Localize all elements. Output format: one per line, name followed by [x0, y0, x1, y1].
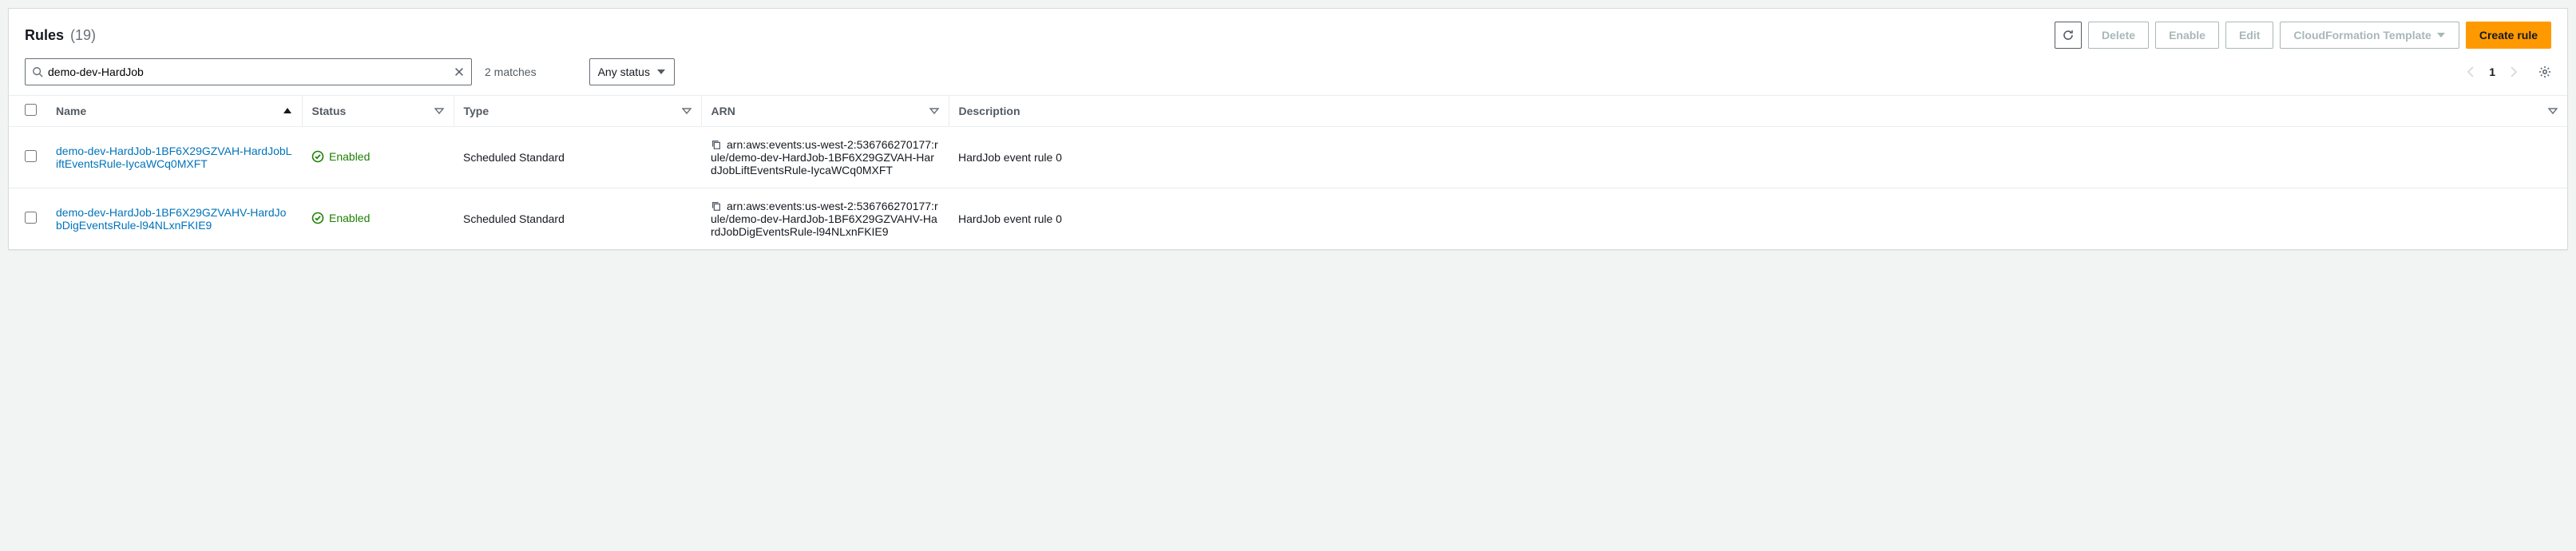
status-label: Enabled — [329, 212, 370, 224]
current-page: 1 — [2489, 65, 2495, 78]
status-filter-label: Any status — [598, 65, 650, 78]
column-header-description[interactable]: Description — [959, 105, 1020, 117]
refresh-icon — [2062, 29, 2075, 42]
rule-name-link[interactable]: demo-dev-HardJob-1BF6X29GZVAH-HardJobLif… — [56, 145, 291, 170]
filter-icon[interactable] — [2548, 106, 2558, 116]
filter-icon[interactable] — [434, 106, 444, 116]
arn-text: arn:aws:events:us-west-2:536766270177:ru… — [711, 138, 938, 176]
type-cell: Scheduled Standard — [463, 151, 565, 164]
search-input[interactable] — [43, 65, 454, 78]
caret-down-icon — [2436, 30, 2446, 40]
rule-name-link[interactable]: demo-dev-HardJob-1BF6X29GZVAHV-HardJobDi… — [56, 206, 286, 232]
description-cell: HardJob event rule 0 — [958, 151, 1062, 164]
match-count: 2 matches — [485, 65, 537, 78]
type-cell: Scheduled Standard — [463, 212, 565, 225]
row-checkbox[interactable] — [25, 150, 37, 162]
delete-button[interactable]: Delete — [2088, 22, 2149, 49]
rules-table: Name Status Type — [9, 95, 2567, 249]
status-cell: Enabled — [311, 150, 370, 163]
copy-icon[interactable] — [711, 200, 722, 212]
search-input-wrap[interactable] — [25, 58, 472, 85]
search-icon — [32, 66, 43, 77]
column-header-status[interactable]: Status — [312, 105, 347, 117]
status-filter-select[interactable]: Any status — [589, 58, 675, 85]
column-header-name[interactable]: Name — [56, 105, 86, 117]
create-rule-button[interactable]: Create rule — [2466, 22, 2551, 49]
next-page-icon[interactable] — [2507, 65, 2519, 78]
status-ok-icon — [311, 150, 324, 163]
rules-panel: Rules (19) Delete Enable Edit CloudForma… — [8, 8, 2568, 250]
description-cell: HardJob event rule 0 — [958, 212, 1062, 225]
gear-icon[interactable] — [2538, 65, 2551, 78]
panel-header: Rules (19) Delete Enable Edit CloudForma… — [9, 9, 2567, 58]
status-label: Enabled — [329, 150, 370, 163]
status-cell: Enabled — [311, 212, 370, 224]
panel-title: Rules — [25, 27, 64, 44]
filter-icon[interactable] — [682, 106, 692, 116]
pagination: 1 — [2465, 65, 2551, 78]
prev-page-icon[interactable] — [2465, 65, 2478, 78]
column-header-type[interactable]: Type — [464, 105, 489, 117]
table-row: demo-dev-HardJob-1BF6X29GZVAHV-HardJobDi… — [9, 188, 2567, 250]
cloudformation-template-button[interactable]: CloudFormation Template — [2280, 22, 2459, 49]
row-checkbox[interactable] — [25, 212, 37, 224]
column-header-arn[interactable]: ARN — [711, 105, 735, 117]
select-all-checkbox[interactable] — [25, 104, 37, 116]
panel-title-count: (19) — [70, 27, 96, 44]
clear-search-icon[interactable] — [454, 66, 465, 77]
cloudformation-template-label: CloudFormation Template — [2293, 29, 2431, 42]
caret-down-icon — [656, 67, 666, 77]
copy-icon[interactable] — [711, 139, 722, 150]
filter-icon[interactable] — [929, 106, 939, 116]
enable-button[interactable]: Enable — [2155, 22, 2219, 49]
filter-bar: 2 matches Any status 1 — [9, 58, 2567, 95]
table-row: demo-dev-HardJob-1BF6X29GZVAH-HardJobLif… — [9, 127, 2567, 188]
edit-button[interactable]: Edit — [2225, 22, 2273, 49]
arn-text: arn:aws:events:us-west-2:536766270177:ru… — [711, 200, 938, 238]
sort-asc-icon[interactable] — [283, 106, 292, 116]
status-ok-icon — [311, 212, 324, 224]
refresh-button[interactable] — [2055, 22, 2082, 49]
